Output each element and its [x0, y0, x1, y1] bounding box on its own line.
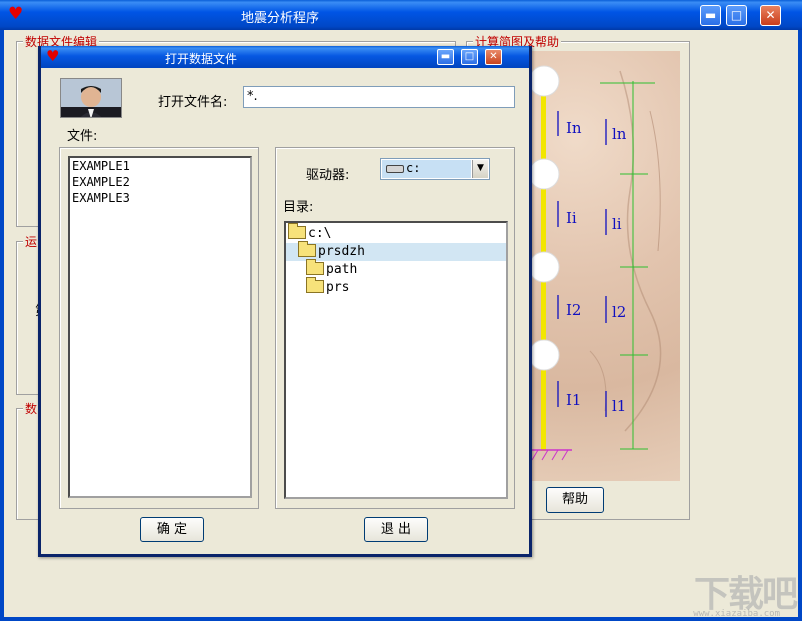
dir-label: 目录:	[283, 200, 314, 215]
diagram-label-right-i: li	[612, 215, 622, 233]
main-title-bar: ♥ 地震分析程序 ▬ □ ✕	[0, 0, 802, 30]
exit-button[interactable]: 退 出	[364, 517, 428, 542]
dir-name: path	[326, 262, 358, 277]
dir-name: prsdzh	[318, 244, 365, 259]
user-photo	[60, 78, 122, 118]
file-item-example2[interactable]: EXAMPLE2	[70, 174, 250, 190]
file-item-example1[interactable]: EXAMPLE1	[70, 158, 250, 174]
folder-icon	[306, 277, 324, 293]
maximize-button[interactable]: □	[726, 5, 747, 26]
main-window-title: 地震分析程序	[240, 11, 319, 26]
filename-label: 打开文件名:	[158, 95, 228, 110]
dialog-minimize-button[interactable]: ▬	[437, 49, 454, 65]
minimize-button[interactable]: ▬	[700, 5, 721, 26]
drive-icon	[386, 165, 404, 173]
diagram-label-left-n: In	[566, 119, 582, 137]
diagram-label-left-1: I1	[566, 391, 582, 409]
open-file-dialog: ♥ 打开数据文件 ▬ □ ✕ 打开文件名: *. 文件: EXAMPLE1 EX…	[38, 46, 532, 557]
dir-name: prs	[326, 280, 350, 295]
group-3-label: 运	[23, 233, 40, 250]
open-folder-icon	[298, 241, 316, 257]
dialog-title: 打开数据文件	[164, 52, 237, 66]
files-panel: EXAMPLE1 EXAMPLE2 EXAMPLE3	[59, 147, 259, 509]
diagram-svg	[530, 65, 662, 461]
files-label: 文件:	[67, 129, 98, 144]
drive-label: 驱动器:	[306, 168, 350, 183]
drive-dir-panel: 驱动器: c: ▼ 目录: c:\ prsdzh path prs	[275, 147, 515, 509]
dialog-title-bar: ♥ 打开数据文件 ▬ □ ✕	[41, 46, 529, 68]
close-button[interactable]: ✕	[760, 5, 781, 26]
diagram-label-left-2: I2	[566, 301, 582, 319]
drive-select[interactable]: c: ▼	[380, 158, 490, 180]
diagram-label-right-n: ln	[612, 125, 627, 143]
dir-name: c:\	[308, 226, 332, 241]
open-folder-icon	[288, 223, 306, 239]
dir-item-c-root[interactable]: c:\	[288, 223, 332, 243]
group-4-label: 数	[23, 400, 40, 417]
calculation-diagram: In Ii I2 I1 ln li l2 l1	[530, 51, 680, 481]
file-item-example3[interactable]: EXAMPLE3	[70, 190, 250, 206]
watermark-url: www.xiazaiba.com	[693, 609, 780, 619]
diagram-label-left-i: Ii	[566, 209, 577, 227]
drive-select-value: c:	[382, 160, 471, 178]
file-list[interactable]: EXAMPLE1 EXAMPLE2 EXAMPLE3	[68, 156, 252, 498]
dir-item-prs[interactable]: prs	[306, 277, 350, 297]
directory-tree[interactable]: c:\ prsdzh path prs	[284, 221, 508, 499]
folder-icon	[306, 259, 324, 275]
dialog-maximize-button[interactable]: □	[461, 49, 478, 65]
diagram-label-right-2: l2	[612, 303, 627, 321]
help-button[interactable]: 帮助	[546, 487, 604, 513]
dialog-close-button[interactable]: ✕	[485, 49, 502, 65]
ok-button[interactable]: 确 定	[140, 517, 204, 542]
filename-input[interactable]: *.	[243, 86, 515, 108]
drive-value-text: c:	[406, 161, 421, 175]
diagram-label-right-1: l1	[612, 397, 627, 415]
dir-item-prsdzh[interactable]: prsdzh	[286, 241, 506, 261]
chevron-down-icon[interactable]: ▼	[472, 160, 488, 178]
